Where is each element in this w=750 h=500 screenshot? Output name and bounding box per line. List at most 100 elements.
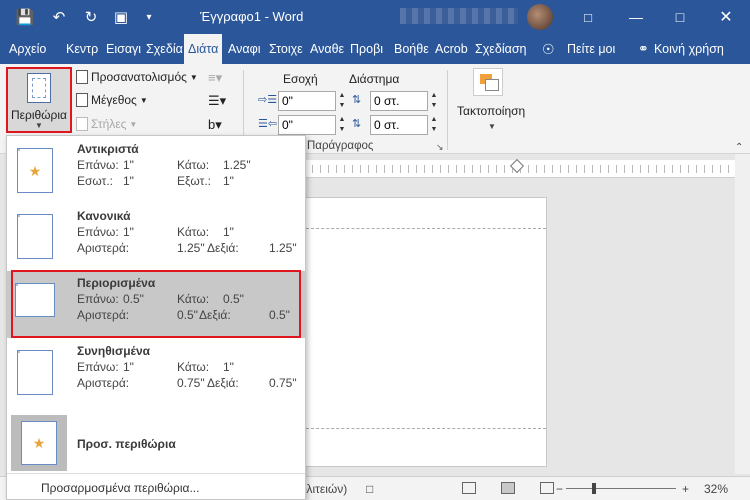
zoom-slider[interactable] [566,488,676,489]
zoom-out-icon[interactable]: − [556,482,563,496]
margin-guide [306,428,546,429]
title-bar: 💾 ↶ ↻ ▣ ▾ Έγγραφο1 - Word □ — □ ✕ [0,0,750,34]
dialog-launcher-icon[interactable]: ↘ [436,142,444,153]
margin-option-last-custom[interactable]: ★ Προσ. περιθώρια [7,415,305,471]
tab-references[interactable]: Αναφι [228,34,260,64]
customize-icon[interactable]: ▾ [138,6,160,28]
read-mode-icon[interactable] [462,482,476,494]
margins-icon [27,73,51,103]
proofing-icon[interactable]: □ [366,482,373,496]
document-page[interactable] [305,197,547,467]
star-icon: ★ [32,435,46,451]
ruler-ticks [305,165,750,173]
paragraph-group-label: Παράγραφος [307,140,374,152]
size-button[interactable]: Μέγεθος ▼ [76,93,148,107]
tab-design-2[interactable]: Σχεδίαση [475,34,527,64]
spacing-after-spinner[interactable]: ▲ ▼ [429,115,439,135]
save-icon[interactable]: 💾 [14,6,36,28]
line-numbers-icon[interactable]: ☰▾ [208,93,226,109]
narrow-highlight-box [11,270,301,338]
orientation-button[interactable]: Προσανατολισμός ▼ [76,70,198,84]
tab-mailings[interactable]: Στοιχε [269,34,303,64]
tab-home[interactable]: Κεντρ [66,34,98,64]
chevron-down-icon: ▼ [35,121,43,130]
bottom-label: Κάτω: [177,158,210,172]
tab-help[interactable]: Βοήθε [394,34,429,64]
outside-value: 1" [223,174,234,188]
margin-option-normal[interactable]: Κανονικά Επάνω: 1" Κάτω: 1" Αριστερά: 1.… [7,202,305,269]
avatar[interactable] [527,4,553,30]
left-label: Αριστερά: [77,241,130,255]
chevron-down-icon: ▼ [488,122,496,131]
inside-value: 1" [123,174,134,188]
touch-mode-icon[interactable]: ▣ [110,6,132,28]
ribbon-options-icon[interactable]: □ [566,0,610,34]
hyphenation-icon[interactable]: b▾ [208,117,222,133]
star-icon: ★ [28,163,42,179]
tab-view[interactable]: Προβι [350,34,383,64]
left-value: 0.75" [177,376,205,390]
chevron-down-icon: ▼ [189,72,198,82]
spacing-after-input[interactable] [370,115,428,135]
margin-option-title: Συνηθισμένα [77,344,151,358]
zoom-slider-thumb[interactable] [592,483,596,494]
tab-review[interactable]: Αναθε [310,34,344,64]
right-value: 0.75" [269,376,297,390]
lightbulb-icon[interactable]: ☉ [542,34,555,64]
spacing-after-icon: ⇅ [352,118,362,130]
margins-button[interactable]: Περιθώρια ▼ [6,67,72,133]
print-layout-icon[interactable] [501,482,515,494]
redo-icon[interactable]: ↻ [80,6,102,28]
margin-option-title: Κανονικά [77,209,131,223]
vertical-scrollbar[interactable] [735,154,750,474]
outside-label: Εξωτ.: [177,174,211,188]
left-label: Αριστερά: [77,376,130,390]
horizontal-ruler[interactable] [305,158,750,178]
moderate-margins-icon [17,350,53,395]
margins-label: Περιθώρια [11,108,67,122]
indent-left-input[interactable] [278,91,336,111]
last-custom-margins-icon: ★ [11,415,67,471]
zoom-in-icon[interactable]: + [682,482,689,496]
margin-option-title: Αντικριστά [77,142,139,156]
margin-guide [306,228,546,229]
margin-option-moderate[interactable]: Συνηθισμένα Επάνω: 1" Κάτω: 1" Αριστερά:… [7,338,305,405]
right-label: Δεξιά: [207,241,239,255]
margins-dropdown: ★ Αντικριστά Επάνω: 1" Κάτω: 1.25" Εσωτ.… [6,135,306,500]
tab-layout[interactable]: Διάτα [184,34,223,64]
group-divider [447,70,448,150]
close-icon[interactable]: ✕ [704,0,748,34]
margin-option-mirrored[interactable]: ★ Αντικριστά Επάνω: 1" Κάτω: 1.25" Εσωτ.… [7,136,305,202]
columns-button[interactable]: Στήλες ▼ [76,117,137,131]
indent-right-spinner[interactable]: ▲ ▼ [337,115,347,135]
top-label: Επάνω: [77,158,119,172]
share-icon[interactable]: ⚭ [638,34,649,64]
columns-label: Στήλες [91,117,127,131]
language-indicator[interactable]: ολιτειών) [300,482,347,496]
maximize-icon[interactable]: □ [658,0,702,34]
tab-insert[interactable]: Εισαγι [106,34,141,64]
indent-right-input[interactable] [278,115,336,135]
tell-me-box[interactable]: Πείτε μοι [567,34,615,64]
spacing-before-spinner[interactable]: ▲ ▼ [429,91,439,111]
arrange-button[interactable]: Τακτοποίηση [457,104,525,118]
size-label: Μέγεθος [91,93,137,107]
tab-design[interactable]: Σχεδία [146,34,183,64]
indent-left-icon: ⇨☰ [258,94,278,106]
tab-acrobat[interactable]: Acrob [435,34,468,64]
top-value: 1" [123,225,134,239]
size-icon [76,93,88,107]
share-button[interactable]: Κοινή χρήση [654,34,724,64]
right-label: Δεξιά: [207,376,239,390]
spacing-before-input[interactable] [370,91,428,111]
web-layout-icon[interactable] [540,482,554,494]
collapse-ribbon-icon[interactable]: ⌃ [735,142,743,153]
undo-icon[interactable]: ↶ [48,6,70,28]
zoom-level[interactable]: 32% [704,482,728,496]
left-value: 1.25" [177,241,205,255]
breaks-icon[interactable]: ≡▾ [208,70,222,86]
custom-margins-link[interactable]: Προσαρμοσμένα περιθώρια... [41,481,199,495]
minimize-icon[interactable]: — [614,0,658,34]
tab-file[interactable]: Αρχείο [9,34,46,64]
indent-left-spinner[interactable]: ▲ ▼ [337,91,347,111]
